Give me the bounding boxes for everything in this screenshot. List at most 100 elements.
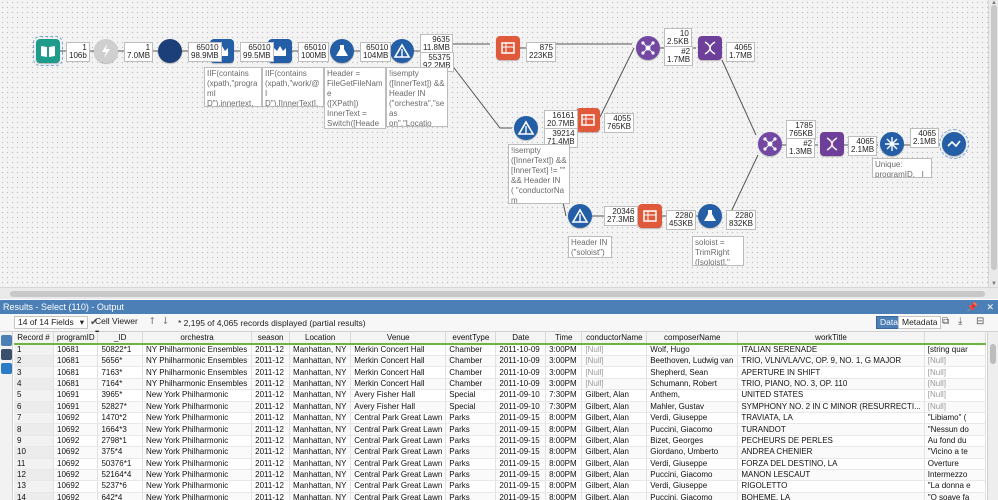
table-cell[interactable]: ITALIAN SERENADE bbox=[737, 344, 925, 356]
table-cell[interactable]: 10692 bbox=[53, 480, 99, 493]
table-cell[interactable]: 2011-10-09 bbox=[495, 355, 547, 368]
table-cell[interactable]: "Nessun do bbox=[924, 423, 986, 436]
transpose-tool-1[interactable] bbox=[698, 36, 722, 60]
table-cell[interactable]: New York Philharmonic bbox=[142, 458, 253, 470]
table-cell[interactable]: Central Park Great Lawn bbox=[350, 480, 447, 493]
record-number-cell[interactable]: 4 bbox=[14, 378, 55, 391]
table-cell[interactable]: Gilbert, Alan bbox=[581, 435, 648, 448]
table-cell[interactable]: 52827* bbox=[97, 401, 143, 413]
table-cell[interactable]: Parks bbox=[445, 469, 497, 482]
table-cell[interactable]: 2011-09-15 bbox=[495, 458, 547, 470]
formula-tool-1[interactable] bbox=[330, 39, 354, 63]
table-row[interactable]: 14 10692 642*4 New York Philharmonic 2011-12… bbox=[14, 492, 986, 500]
table-cell[interactable]: Central Park Great Lawn bbox=[350, 423, 447, 436]
table-cell[interactable]: 2011-12 bbox=[251, 355, 291, 368]
table-cell[interactable]: Manhattan, NY bbox=[289, 480, 352, 493]
table-cell[interactable]: 7:30PM bbox=[545, 401, 583, 413]
column-header[interactable]: Venue bbox=[350, 332, 447, 345]
table-cell[interactable]: 2011-12 bbox=[251, 423, 291, 436]
pin-icon[interactable]: 📌 bbox=[967, 302, 978, 312]
table-cell[interactable]: 10692 bbox=[53, 458, 99, 470]
table-cell[interactable]: Merkin Concert Hall bbox=[350, 344, 447, 356]
table-cell[interactable]: Shepherd, Sean bbox=[646, 366, 739, 379]
table-row[interactable]: 13 10692 5237*6 New York Philharmonic 2011-1… bbox=[14, 480, 986, 493]
table-cell[interactable]: SYMPHONY NO. 2 IN C MINOR (RESURRECTI... bbox=[737, 401, 925, 413]
table-cell[interactable]: Puccini, Giacomo bbox=[646, 492, 739, 500]
message-icon[interactable] bbox=[1, 363, 12, 374]
table-cell[interactable]: 10692 bbox=[53, 412, 99, 425]
column-header[interactable]: orchestra bbox=[142, 332, 253, 345]
table-cell[interactable]: Manhattan, NY bbox=[289, 446, 352, 459]
table-cell[interactable]: 2011-09-15 bbox=[495, 423, 547, 436]
arrow-up-icon[interactable]: ⭡ bbox=[150, 316, 155, 327]
column-header[interactable]: Location bbox=[289, 332, 352, 345]
table-row[interactable]: 1 10681 50822*1 NY Philharmonic Ensembles 20… bbox=[14, 344, 986, 356]
table-cell[interactable]: 2011-12 bbox=[251, 389, 291, 402]
table-cell[interactable]: Central Park Great Lawn bbox=[350, 469, 447, 482]
workflow-canvas[interactable]: 1 106b 1 7.0MB 65010 98.9MB 65010 99.5MB… bbox=[0, 0, 998, 287]
grid-view-icon[interactable] bbox=[1, 335, 12, 346]
table-cell[interactable]: 2011-09-15 bbox=[495, 446, 547, 459]
table-cell[interactable]: Overture bbox=[924, 458, 986, 470]
record-number-cell[interactable]: 2 bbox=[14, 355, 55, 368]
table-cell[interactable]: Chamber bbox=[445, 366, 497, 379]
arrow-down-icon[interactable]: ⭣ bbox=[163, 316, 168, 327]
cross-tab-tool-2[interactable] bbox=[576, 108, 600, 132]
table-cell[interactable]: Wolf, Hugo bbox=[646, 344, 739, 356]
table-cell[interactable]: Manhattan, NY bbox=[289, 401, 352, 413]
column-header[interactable]: workTitle bbox=[737, 332, 925, 345]
table-cell[interactable]: MANON LESCAUT bbox=[737, 469, 925, 482]
table-cell[interactable]: 3:00PM bbox=[545, 366, 583, 379]
table-cell[interactable]: Merkin Concert Hall bbox=[350, 355, 447, 368]
table-cell[interactable]: 50822*1 bbox=[97, 344, 143, 356]
canvas-vertical-scrollbar[interactable]: ▲ ▼ bbox=[988, 0, 998, 287]
table-row[interactable]: 10 10692 375*4 New York Philharmonic 2011-12… bbox=[14, 446, 986, 459]
table-cell[interactable]: Manhattan, NY bbox=[289, 423, 352, 436]
table-cell[interactable]: 2011-12 bbox=[251, 378, 291, 391]
table-cell[interactable]: "Libiamo" ( bbox=[924, 412, 986, 425]
table-cell[interactable]: 10692 bbox=[53, 469, 99, 482]
table-cell[interactable]: Beethoven, Ludwig van bbox=[646, 355, 739, 368]
table-cell[interactable]: 2011-10-09 bbox=[495, 344, 547, 356]
table-cell[interactable]: [Null] bbox=[924, 378, 986, 391]
fields-dropdown[interactable]: 14 of 14 Fields ▾ bbox=[14, 316, 88, 329]
table-cell[interactable]: Manhattan, NY bbox=[289, 355, 352, 368]
column-header[interactable]: _ID bbox=[97, 332, 143, 345]
table-cell[interactable]: Parks bbox=[445, 423, 497, 436]
table-cell[interactable]: 7164* bbox=[97, 378, 143, 391]
table-cell[interactable]: Schumann, Robert bbox=[646, 378, 739, 391]
column-header[interactable]: conductorName bbox=[581, 332, 648, 345]
table-cell[interactable]: Manhattan, NY bbox=[289, 492, 352, 500]
table-cell[interactable]: Gilbert, Alan bbox=[581, 389, 648, 402]
cell-viewer-dropdown[interactable]: Cell Viewer ▾ bbox=[92, 316, 146, 337]
table-cell[interactable]: Gilbert, Alan bbox=[581, 492, 648, 500]
table-cell[interactable]: 2011-12 bbox=[251, 446, 291, 459]
table-cell[interactable]: Au fond du bbox=[924, 435, 986, 448]
table-cell[interactable]: RIGOLETTO bbox=[737, 480, 925, 493]
filter-tool-2[interactable] bbox=[514, 116, 538, 140]
table-cell[interactable]: 2011-12 bbox=[251, 480, 291, 493]
copy-icon[interactable]: ⧉ bbox=[942, 316, 949, 327]
table-cell[interactable]: NY Philharmonic Ensembles bbox=[142, 378, 253, 391]
table-row[interactable]: 7 10692 1470*2 New York Philharmonic 2011-12… bbox=[14, 412, 986, 425]
table-cell[interactable]: 8:00PM bbox=[545, 423, 583, 436]
table-row[interactable]: 5 10691 3965* New York Philharmonic 2011-12 M… bbox=[14, 389, 986, 402]
table-cell[interactable]: Parks bbox=[445, 492, 497, 500]
table-cell[interactable]: Verdi, Giuseppe bbox=[646, 458, 739, 470]
column-header[interactable]: Record # bbox=[14, 332, 55, 345]
xml-parse-tool[interactable] bbox=[158, 39, 182, 63]
table-cell[interactable]: New York Philharmonic bbox=[142, 401, 253, 413]
table-row[interactable]: 3 10681 7163* NY Philharmonic Ensembles 2011… bbox=[14, 366, 986, 379]
table-cell[interactable]: Central Park Great Lawn bbox=[350, 458, 447, 470]
table-cell[interactable]: Parks bbox=[445, 446, 497, 459]
table-cell[interactable]: Manhattan, NY bbox=[289, 389, 352, 402]
table-cell[interactable]: [Null] bbox=[924, 366, 986, 379]
table-cell[interactable]: "Vicino a te bbox=[924, 446, 986, 459]
table-cell[interactable]: 52164*4 bbox=[97, 469, 143, 482]
table-cell[interactable]: Chamber bbox=[445, 355, 497, 368]
table-cell[interactable]: Anthem, bbox=[646, 389, 739, 402]
generate-rows-tool[interactable] bbox=[94, 39, 118, 63]
column-header[interactable]: season bbox=[251, 332, 291, 345]
table-cell[interactable]: 8:00PM bbox=[545, 480, 583, 493]
table-cell[interactable]: [Null] bbox=[581, 366, 648, 379]
